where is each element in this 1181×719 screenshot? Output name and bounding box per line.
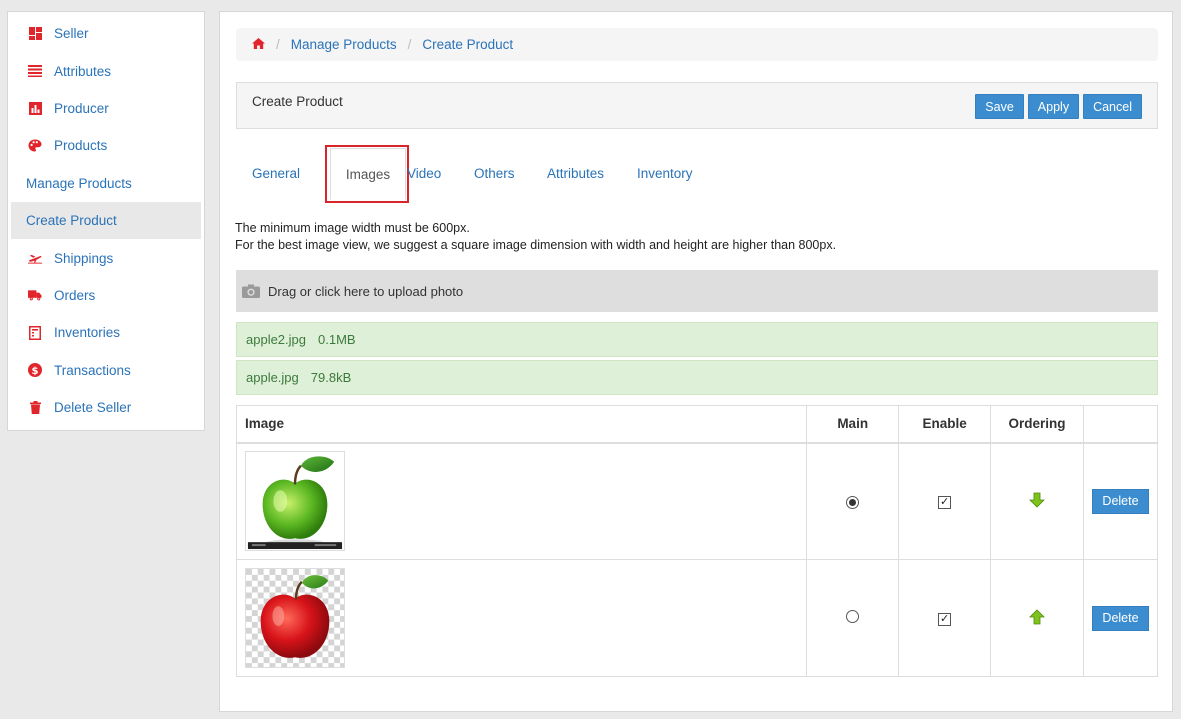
breadcrumb-create-product[interactable]: Create Product	[422, 37, 513, 52]
tab-general[interactable]: General	[252, 145, 300, 201]
breadcrumb-separator: /	[276, 37, 280, 52]
sidebar-item-create-product[interactable]: Create Product	[11, 201, 201, 240]
images-table: Image Main Enable Ordering ✓ Delete ✓ De…	[235, 405, 1158, 677]
green-apple-thumbnail	[245, 451, 345, 552]
table-row: ✓ Delete	[235, 559, 1158, 677]
sidebar-item-orders[interactable]: Orders	[11, 277, 201, 314]
image-cell	[235, 442, 808, 560]
sidebar-item-shippings[interactable]: Shippings	[11, 239, 201, 276]
cancel-button[interactable]: Cancel	[1083, 94, 1142, 119]
enable-checkbox[interactable]: ✓	[938, 613, 952, 626]
column-header-enable: Enable	[898, 405, 992, 444]
radio-selected-dot	[849, 498, 857, 506]
delete-button[interactable]: Delete	[1092, 605, 1149, 631]
main-radio[interactable]	[846, 610, 860, 623]
sidebar-item-label: Delete Seller	[54, 400, 132, 416]
panel-title: Create Product	[252, 94, 343, 109]
svg-text:$: $	[32, 366, 39, 377]
dashboard-icon	[28, 27, 42, 41]
sidebar-item-label: Create Product	[26, 213, 117, 229]
uploaded-file: apple2.jpg 0.1MB	[236, 322, 1158, 357]
tab-attributes[interactable]: Attributes	[547, 145, 604, 201]
sidebar-item-manage-products[interactable]: Manage Products	[11, 165, 201, 202]
image-cell	[235, 559, 808, 677]
breadcrumb: / Manage Products / Create Product	[236, 28, 1158, 61]
camera-icon	[242, 284, 260, 298]
upload-label: Drag or click here to upload photo	[268, 283, 464, 299]
sidebar-item-label: Manage Products	[26, 175, 132, 191]
sidebar-item-attributes[interactable]: Attributes	[11, 52, 201, 89]
note-line: The minimum image width must be 600px.	[235, 221, 470, 235]
main-content: / Manage Products / Create Product Creat…	[219, 11, 1173, 712]
tab-bar: General Images Video Others Attributes I…	[236, 145, 1158, 203]
arrow-down-icon[interactable]	[1029, 492, 1045, 511]
actions-cell: Delete	[1083, 442, 1158, 560]
file-size: 79.8kB	[310, 370, 352, 385]
inventory-icon	[28, 325, 42, 340]
sidebar-item-producer[interactable]: Producer	[11, 90, 201, 127]
panel-header: Create Product Save Apply Cancel	[236, 82, 1158, 129]
sidebar-item-delete-seller[interactable]: Delete Seller	[11, 389, 201, 426]
sidebar-item-products[interactable]: Products	[11, 127, 201, 164]
tab-inventory[interactable]: Inventory	[637, 145, 693, 201]
column-header-actions	[1083, 405, 1158, 444]
sidebar-item-inventories[interactable]: Inventories	[11, 314, 201, 351]
column-header-image: Image	[235, 405, 808, 444]
sidebar-item-label: Shippings	[54, 250, 114, 266]
home-icon[interactable]	[252, 37, 265, 52]
sidebar-item-label: Attributes	[54, 63, 112, 79]
delete-button[interactable]: Delete	[1092, 488, 1149, 514]
sidebar-item-label: Orders	[54, 287, 96, 303]
trash-icon	[28, 401, 42, 415]
table-row: ✓ Delete	[235, 442, 1158, 560]
main-radio[interactable]	[846, 495, 860, 509]
arrow-up-icon[interactable]	[1029, 608, 1045, 628]
enable-cell: ✓	[898, 559, 992, 677]
breadcrumb-manage-products[interactable]: Manage Products	[291, 37, 397, 52]
sidebar-item-label: Producer	[54, 100, 109, 116]
image-requirements-note: The minimum image width must be 600px. F…	[235, 220, 836, 254]
sidebar-item-label: Transactions	[54, 362, 131, 378]
sidebar-item-label: Seller	[54, 26, 89, 42]
main-cell	[806, 559, 900, 677]
ordering-cell	[990, 559, 1084, 677]
sidebar-item-label: Inventories	[54, 325, 121, 341]
truck-icon	[28, 288, 42, 302]
tab-highlight-box	[325, 145, 409, 203]
enable-cell: ✓	[898, 442, 992, 560]
file-size: 0.1MB	[318, 332, 356, 347]
upload-dropzone[interactable]: Drag or click here to upload photo	[236, 270, 1158, 312]
red-apple-thumbnail	[245, 568, 345, 668]
actions-cell: Delete	[1083, 559, 1158, 677]
tab-others[interactable]: Others	[474, 145, 515, 201]
main-cell	[806, 442, 900, 560]
breadcrumb-separator: /	[407, 37, 412, 52]
tab-video[interactable]: Video	[407, 145, 441, 201]
save-button[interactable]: Save	[975, 94, 1024, 119]
panel-actions: Save Apply Cancel	[975, 94, 1142, 119]
ordering-cell	[990, 442, 1084, 560]
sidebar-item-seller[interactable]: Seller	[11, 15, 201, 52]
file-name: apple.jpg	[246, 370, 299, 385]
sidebar-item-transactions[interactable]: $ Transactions	[11, 352, 201, 389]
sidebar: Seller Attributes Producer Products Mana…	[7, 11, 205, 431]
column-header-main: Main	[806, 405, 900, 444]
sidebar-item-label: Products	[54, 138, 108, 154]
apply-button[interactable]: Apply	[1027, 94, 1080, 119]
uploaded-file: apple.jpg 79.8kB	[236, 360, 1158, 395]
dollar-icon: $	[28, 363, 42, 378]
list-icon	[28, 64, 42, 78]
bar-chart-icon	[28, 101, 42, 115]
note-line: For the best image view, we suggest a sq…	[235, 238, 837, 252]
palette-icon	[28, 139, 42, 153]
enable-checkbox[interactable]: ✓	[938, 496, 952, 510]
airplane-icon	[28, 251, 42, 265]
file-name: apple2.jpg	[246, 332, 306, 347]
column-header-ordering: Ordering	[990, 405, 1084, 444]
table-header-row: Image Main Enable Ordering	[235, 405, 1158, 444]
